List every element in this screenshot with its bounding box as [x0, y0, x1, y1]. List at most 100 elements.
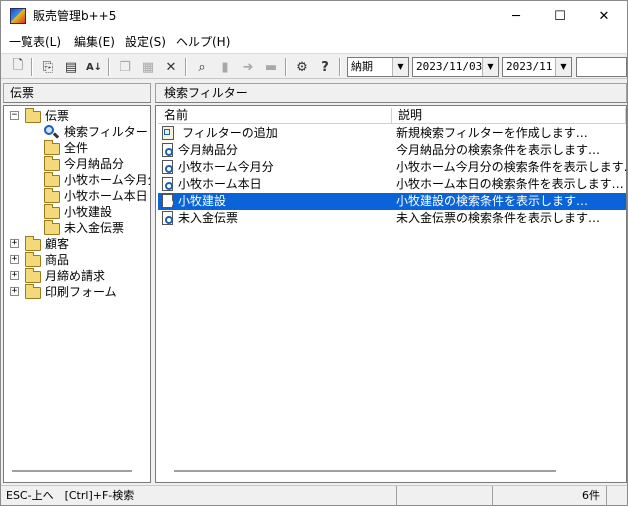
tree-item-monthly-billing[interactable]: + 月締め請求 — [8, 268, 148, 284]
list-item-description: 新規検索フィルターを作成します… — [396, 126, 588, 140]
expand-icon[interactable]: + — [10, 271, 19, 280]
tree-item-all[interactable]: 全件 — [8, 140, 150, 156]
tree-item-this-month[interactable]: 今月納品分 — [8, 156, 150, 172]
expand-icon[interactable]: + — [10, 287, 19, 296]
tree-item-label: 未入金伝票 — [64, 221, 125, 235]
folder-icon — [25, 252, 41, 267]
tree-item-print-forms[interactable]: + 印刷フォーム — [8, 284, 148, 300]
toolbar: 🗋 ⎘ ▤ A↓ ❐ ▦ ✕ ⌕ ▮ ➜ ▬ ⚙ ? 納期 ▼ 2023/11/… — [1, 53, 627, 79]
search-document-icon — [161, 160, 175, 175]
tree-item-unpaid[interactable]: 未入金伝票 — [8, 220, 150, 236]
close-button[interactable]: ✕ — [581, 1, 627, 31]
list-item-description: 小牧ホーム本日の検索条件を表示します… — [396, 177, 624, 191]
list-item-name: 未入金伝票 — [178, 211, 239, 225]
month-select-value: 2023/11 — [506, 60, 553, 73]
tree-item-komaki-home-month[interactable]: 小牧ホーム今月分 — [8, 172, 151, 188]
folder-icon — [25, 268, 41, 283]
sort-az-icon[interactable]: A↓ — [84, 57, 104, 77]
document-properties-icon[interactable]: ▤ — [61, 57, 81, 77]
list-item-unpaid[interactable]: 未入金伝票 未入金伝票の検索条件を表示します… — [158, 210, 626, 227]
toolbar-separator — [108, 58, 110, 76]
folder-icon — [44, 172, 60, 187]
search-input[interactable] — [576, 57, 627, 77]
paste-icon[interactable]: ▦ — [138, 57, 158, 77]
menu-edit[interactable]: 編集(E) — [74, 34, 115, 50]
list-item-name: 小牧建設 — [178, 194, 227, 208]
folder-icon — [25, 284, 41, 299]
expand-icon[interactable]: + — [10, 239, 19, 248]
tree-scrollbar[interactable] — [12, 470, 132, 472]
tree-item-search-filter[interactable]: 検索フィルター — [8, 124, 150, 141]
menu-settings[interactable]: 設定(S) — [125, 34, 166, 50]
list-item-komaki-home-month[interactable]: 小牧ホーム今月分 小牧ホーム今月分の検索条件を表示します… — [158, 159, 626, 176]
tree-item-label: 全件 — [64, 141, 89, 155]
find-icon[interactable]: ⌕ — [192, 57, 212, 77]
month-select[interactable]: 2023/11 ▼ — [502, 57, 572, 77]
new-document-icon[interactable]: 🗋 — [8, 57, 28, 77]
list-item-komaki-kensetsu-selected[interactable]: 小牧建設 小牧建設の検索条件を表示します… — [158, 193, 626, 210]
search-folder-icon — [44, 125, 60, 141]
chevron-down-icon[interactable]: ▼ — [482, 58, 498, 76]
list-item-name: 小牧ホーム本日 — [178, 177, 262, 191]
field-select[interactable]: 納期 ▼ — [347, 57, 409, 77]
app-logo-icon[interactable] — [10, 8, 26, 24]
list-item-komaki-home-today[interactable]: 小牧ホーム本日 小牧ホーム本日の検索条件を表示します… — [158, 176, 626, 193]
field-select-value: 納期 — [351, 60, 373, 73]
list-item-name: 今月納品分 — [178, 143, 239, 157]
status-bar: ESC-上へ [Ctrl]+F-検索 6件 — [1, 485, 627, 506]
list-item-name: フィルターの追加 — [182, 126, 278, 140]
help-icon[interactable]: ? — [315, 57, 335, 77]
menu-help[interactable]: ヘルプ(H) — [176, 34, 230, 50]
chevron-down-icon[interactable]: ▼ — [555, 58, 571, 76]
list-item-add-filter[interactable]: フィルターの追加 新規検索フィルターを作成します… — [158, 125, 626, 142]
copy-icon[interactable]: ❐ — [115, 57, 135, 77]
tree-item-label: 顧客 — [45, 237, 70, 251]
list-item-this-month[interactable]: 今月納品分 今月納品分の検索条件を表示します… — [158, 142, 626, 159]
date-select-value: 2023/11/03 — [416, 60, 483, 73]
move-icon[interactable]: ▬ — [261, 57, 281, 77]
list-item-description: 小牧建設の検索条件を表示します… — [396, 194, 589, 208]
toolbar-separator — [339, 58, 341, 76]
status-count: 6件 — [493, 486, 607, 506]
chevron-down-icon[interactable]: ▼ — [392, 58, 408, 76]
tree-item-label: 商品 — [45, 253, 70, 267]
folder-icon — [44, 156, 60, 171]
search-document-icon — [161, 194, 175, 209]
tree-item-customers[interactable]: + 顧客 — [8, 236, 148, 252]
expand-icon[interactable]: + — [10, 255, 19, 264]
list-scrollbar[interactable] — [174, 470, 556, 472]
title-bar[interactable]: 販売管理b++5 ─ ☐ ✕ — [1, 1, 627, 31]
folder-up-icon[interactable]: ⎘ — [38, 57, 58, 77]
status-panel — [397, 486, 493, 506]
filter-list[interactable]: 名前 説明 フィルターの追加 新規検索フィルターを作成します… 今月納品分 今月… — [155, 105, 627, 483]
status-hint: ESC-上へ [Ctrl]+F-検索 — [1, 486, 397, 506]
tree-item-label: 印刷フォーム — [45, 285, 117, 299]
tree-item-label: 月締め請求 — [45, 269, 106, 283]
tree-item-label: 伝票 — [45, 109, 70, 123]
toolbar-separator — [31, 58, 33, 76]
tree-item-slips[interactable]: − 伝票 — [8, 108, 148, 124]
folder-icon — [25, 236, 41, 251]
column-header-name[interactable]: 名前 — [158, 108, 392, 124]
maximize-button[interactable]: ☐ — [537, 1, 583, 31]
arrow-right-icon[interactable]: ➜ — [238, 57, 258, 77]
tree-pane[interactable]: − 伝票 検索フィルター 全件 今月納品分 小牧ホーム今月分 小牧ホーム本日 小… — [3, 105, 151, 483]
delete-icon[interactable]: ✕ — [161, 57, 181, 77]
tree-item-komaki-home-today[interactable]: 小牧ホーム本日 — [8, 188, 150, 204]
column-header-description[interactable]: 説明 — [392, 108, 626, 124]
tree-item-komaki-kensetsu[interactable]: 小牧建設 — [8, 204, 150, 220]
list-pane-header: 検索フィルター — [155, 83, 627, 103]
minimize-button[interactable]: ─ — [493, 1, 539, 31]
next-page-icon[interactable]: ▮ — [215, 57, 235, 77]
date-select[interactable]: 2023/11/03 ▼ — [412, 57, 499, 77]
folder-icon — [44, 188, 60, 203]
menu-list[interactable]: 一覧表(L) — [9, 34, 61, 50]
toolbar-separator — [285, 58, 287, 76]
collapse-icon[interactable]: − — [10, 111, 19, 120]
search-document-icon — [161, 211, 175, 226]
folder-open-icon — [25, 108, 41, 123]
list-item-description: 今月納品分の検索条件を表示します… — [396, 143, 601, 157]
settings-icon[interactable]: ⚙ — [292, 57, 312, 77]
tree-item-label: 小牧ホーム今月分 — [64, 173, 151, 187]
tree-item-products[interactable]: + 商品 — [8, 252, 148, 268]
